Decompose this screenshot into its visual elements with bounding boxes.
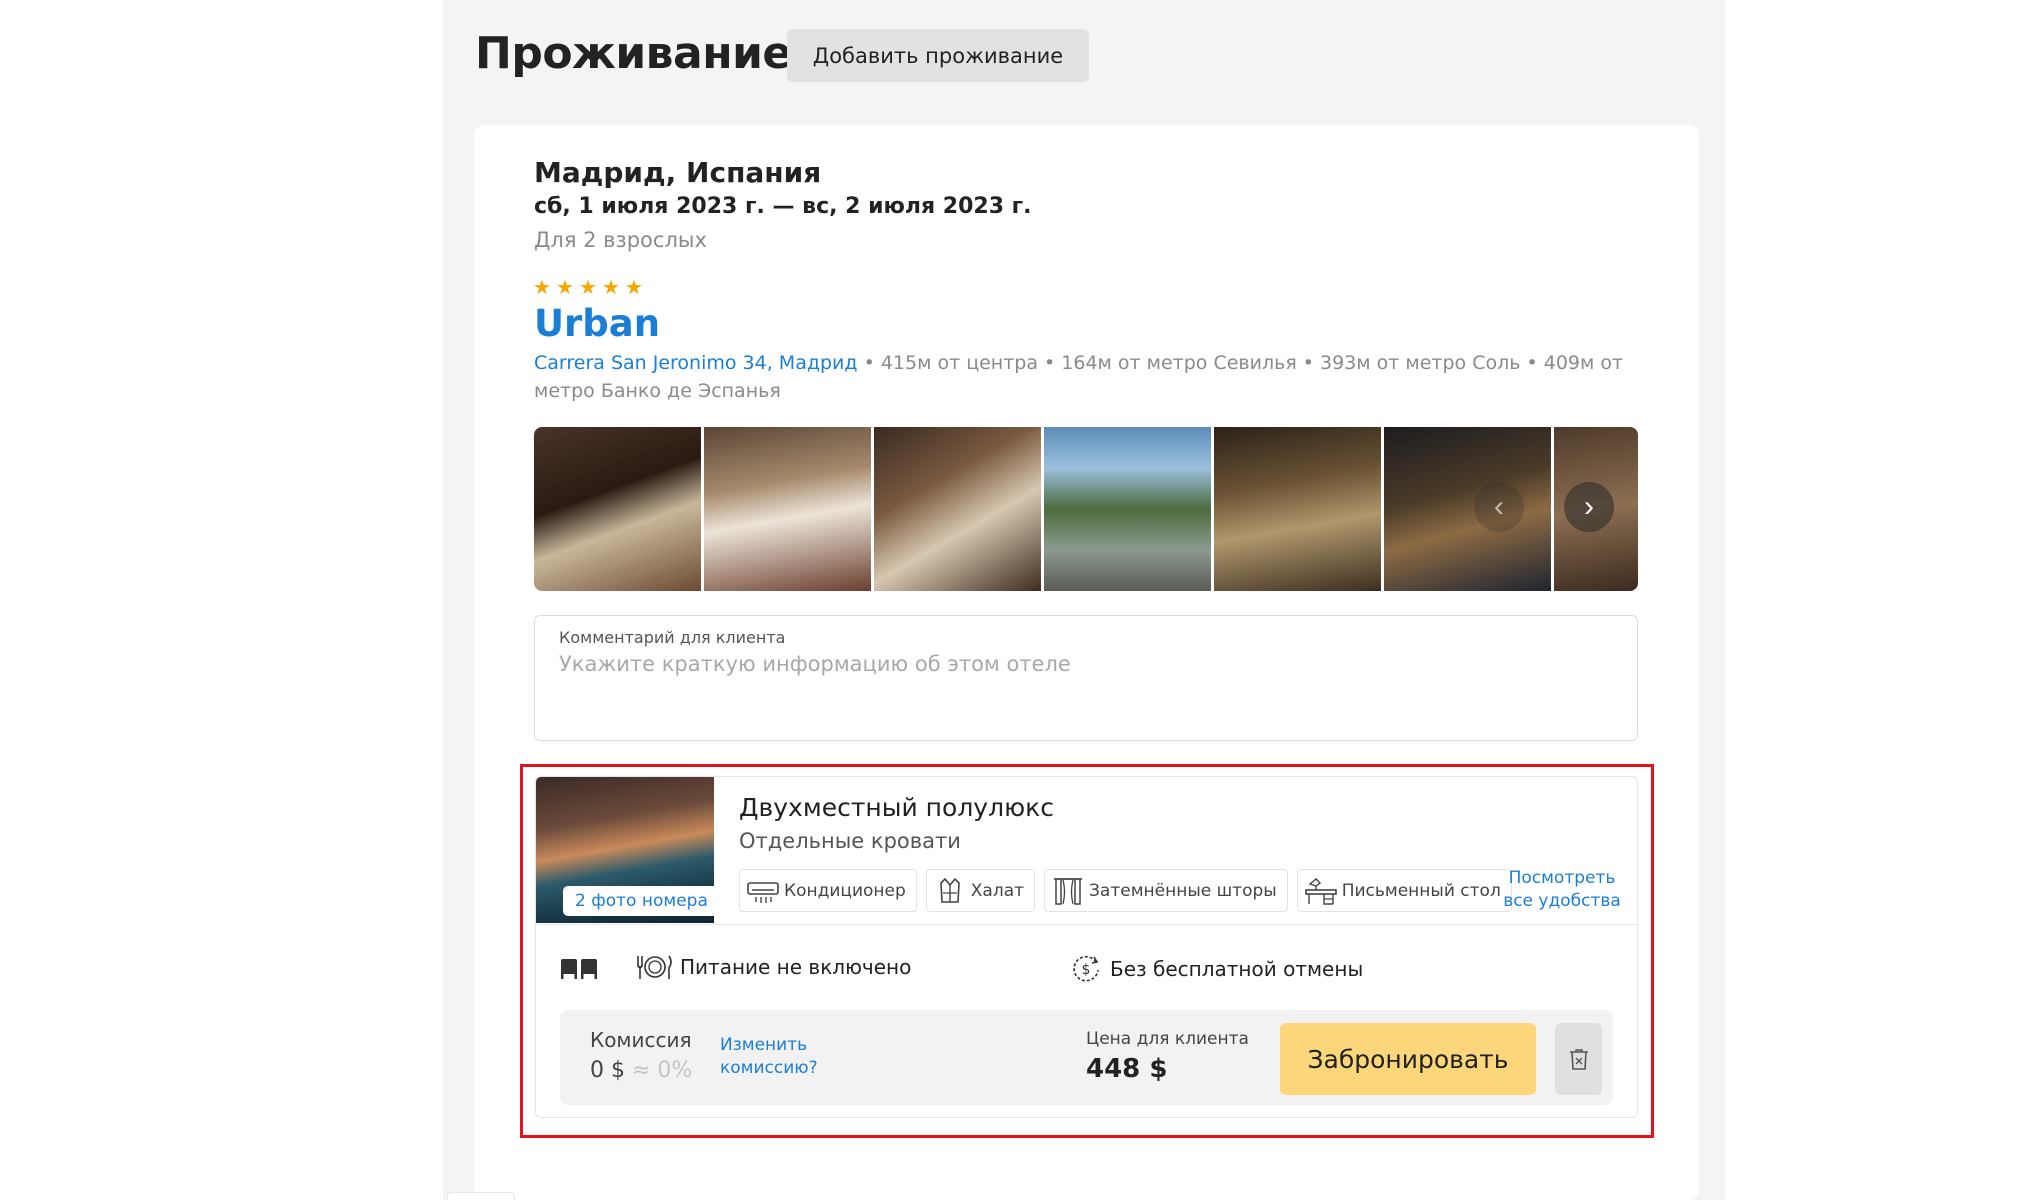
room-title: Двухместный полулюкс <box>739 793 1054 822</box>
book-button[interactable]: Забронировать <box>1280 1023 1536 1095</box>
amenity-label: Кондиционер <box>784 880 906 901</box>
chevron-left-icon: ‹ <box>1494 490 1504 523</box>
bottom-tab <box>447 1192 515 1200</box>
commission-amount: 0 $ <box>590 1058 625 1083</box>
gallery-photo[interactable] <box>534 427 701 591</box>
client-comment-label: Комментарий для клиента <box>559 628 786 647</box>
change-commission-link[interactable]: Изменить комиссию? <box>720 1034 820 1080</box>
gallery-next-button[interactable]: › <box>1564 482 1614 532</box>
hotel-photo-gallery <box>534 427 1638 591</box>
room-amenities: Кондиционер Халат Затемнённые шторы Пись… <box>739 869 1512 912</box>
gallery-photo[interactable] <box>1044 427 1211 591</box>
blackout-curtains-icon <box>1054 877 1083 905</box>
delete-room-button[interactable] <box>1555 1023 1602 1095</box>
room-bed-type: Отдельные кровати <box>739 829 961 853</box>
star-icon: ★ <box>579 275 597 299</box>
air-conditioner-icon <box>747 881 779 903</box>
gallery-photo[interactable] <box>874 427 1041 591</box>
star-icon: ★ <box>533 275 551 299</box>
cancellation-label: Без бесплатной отмены <box>1110 957 1364 981</box>
gallery-photo[interactable] <box>1214 427 1381 591</box>
amenity-label: Халат <box>970 880 1025 901</box>
commission-label: Комиссия <box>590 1028 692 1052</box>
add-accommodation-button[interactable]: Добавить проживание <box>787 29 1089 82</box>
amenity-air-conditioner: Кондиционер <box>739 869 917 912</box>
hotel-address-link[interactable]: Carrera San Jeronimo 34, Мадрид <box>534 352 858 374</box>
meal-icon <box>637 955 672 979</box>
room-photos-button[interactable]: 2 фото номера <box>563 886 720 916</box>
gallery-photo[interactable] <box>1384 427 1551 591</box>
bathrobe-icon <box>939 877 960 903</box>
booking-dates: сб, 1 июля 2023 г. — вс, 2 июля 2023 г. <box>534 194 1032 219</box>
hotel-star-rating: ★ ★ ★ ★ ★ <box>533 275 644 299</box>
amenity-label: Затемнённые шторы <box>1089 880 1277 901</box>
meal-label: Питание не включено <box>680 955 912 979</box>
amenity-desk: Письменный стол <box>1296 869 1512 912</box>
gallery-photo[interactable] <box>704 427 871 591</box>
trash-icon <box>1569 1049 1588 1070</box>
amenity-bathrobe: Халат <box>925 869 1036 912</box>
star-icon: ★ <box>625 275 643 299</box>
twin-beds-icon <box>561 959 597 979</box>
cancellation-info: $ Без бесплатной отмены <box>1070 953 1363 985</box>
amenity-blackout-curtains: Затемнённые шторы <box>1044 869 1288 912</box>
amenity-label: Письменный стол <box>1341 880 1501 901</box>
booking-guests: Для 2 взрослых <box>534 228 707 252</box>
page-title: Проживание <box>475 28 792 79</box>
hotel-location: Carrera San Jeronimo 34, Мадрид • 415м о… <box>534 349 1654 405</box>
no-free-cancellation-icon: $ <box>1073 955 1099 982</box>
booking-city: Мадрид, Испания <box>534 156 822 189</box>
client-price: 448 $ <box>1086 1054 1168 1084</box>
star-icon: ★ <box>556 275 574 299</box>
room-divider <box>536 924 1637 925</box>
view-all-amenities-link[interactable]: Посмотреть все удобства <box>1498 867 1626 913</box>
client-comment-input[interactable] <box>559 652 1609 722</box>
hotel-name-link[interactable]: Urban <box>534 302 660 345</box>
desk-icon <box>1304 877 1337 905</box>
commission-value: 0 $ ≈ 0% <box>590 1058 692 1083</box>
client-price-label: Цена для клиента <box>1086 1029 1249 1049</box>
chevron-right-icon: › <box>1584 490 1594 523</box>
meal-info: Питание не включено <box>634 953 911 981</box>
svg-text:$: $ <box>1082 962 1091 978</box>
gallery-prev-button[interactable]: ‹ <box>1474 482 1524 532</box>
client-comment-field: Комментарий для клиента <box>534 615 1638 741</box>
commission-percent: ≈ 0% <box>625 1058 693 1083</box>
star-icon: ★ <box>602 275 620 299</box>
